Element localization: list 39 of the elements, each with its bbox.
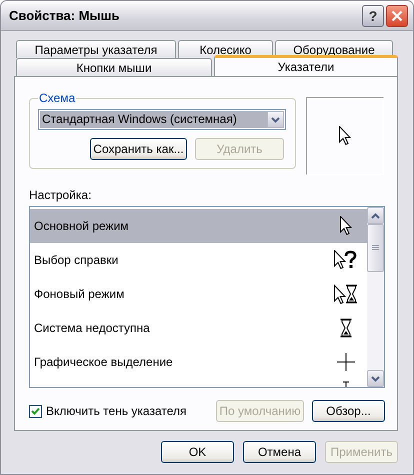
list-row[interactable]: Фоновый режим: [30, 277, 367, 311]
list-row[interactable]: Система недоступна: [30, 311, 367, 345]
scheme-dropdown[interactable]: Стандартная Windows (системная): [38, 109, 286, 130]
row-label: Выбор справки: [34, 253, 120, 267]
dropdown-button[interactable]: [267, 111, 284, 128]
row-label: Фоновый режим: [34, 287, 126, 301]
row-label: Система недоступна: [34, 321, 151, 335]
scrollbar[interactable]: [367, 207, 384, 387]
list-label: Настройка:: [29, 188, 92, 202]
tab[interactable]: Кнопки мыши: [16, 58, 212, 76]
scroll-thumb[interactable]: [367, 224, 384, 272]
dialog-button[interactable]: Отмена: [243, 441, 316, 463]
checkbox[interactable]: [29, 404, 42, 418]
scroll-down-button[interactable]: [367, 370, 384, 387]
arrow-cursor-icon: [339, 126, 351, 146]
checkbox-label: Включить тень указателя: [46, 404, 187, 418]
tab[interactable]: Указатели: [214, 55, 398, 76]
tab[interactable]: Колесико: [178, 40, 273, 58]
text-cursor-icon: [342, 381, 350, 387]
tab[interactable]: Параметры указателя: [16, 40, 176, 58]
help-cursor-icon: [334, 250, 358, 270]
crosshair-icon: [337, 353, 355, 371]
row-label: Основной режим: [34, 219, 130, 233]
group-label: Схема: [38, 91, 76, 105]
list-row[interactable]: Графическое выделение: [30, 345, 367, 379]
close-icon: [391, 10, 403, 22]
dialog-button[interactable]: OK: [161, 441, 234, 463]
help-button[interactable]: ?: [362, 4, 384, 26]
busy-cursor-icon: [334, 284, 358, 304]
window-title: Свойства: Мышь: [9, 8, 120, 23]
list-button[interactable]: Обзор...: [312, 400, 385, 422]
row-label: Графическое выделение: [34, 355, 174, 369]
close-button[interactable]: [386, 4, 408, 26]
list-row[interactable]: Выбор справки: [30, 243, 367, 277]
arrow-cursor-icon: [340, 216, 352, 236]
list-row[interactable]: Основной режим: [30, 209, 367, 243]
scroll-up-button[interactable]: [367, 207, 384, 224]
hourglass-icon: [340, 318, 352, 338]
scheme-button[interactable]: Сохранить как...: [90, 138, 187, 160]
